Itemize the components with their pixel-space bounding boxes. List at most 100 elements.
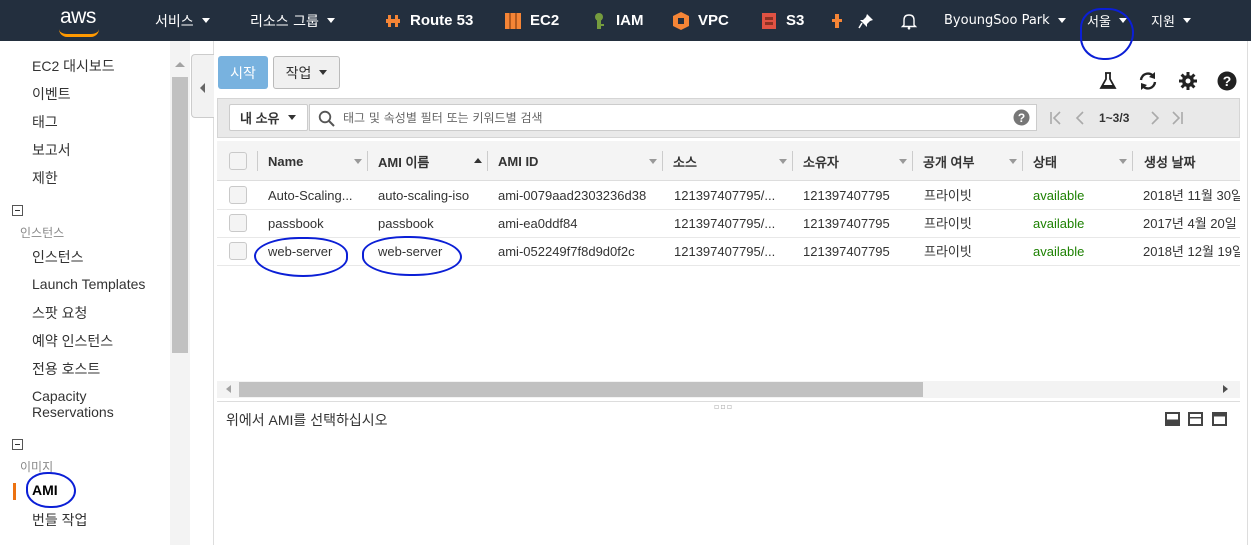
cell-ami-id: ami-0079aad2303236d38 <box>498 188 647 203</box>
search-input[interactable] <box>343 108 983 128</box>
sidebar-item-events[interactable]: 이벤트 <box>32 84 71 104</box>
resource-groups-menu[interactable]: 리소스 그룹 <box>250 0 335 41</box>
next-page-icon[interactable] <box>1149 110 1161 126</box>
owner-filter-value: 내 소유 <box>240 111 280 126</box>
aws-logo[interactable]: aws <box>60 5 96 29</box>
sidebar-item-capacity-reservations[interactable]: Capacity Reservations <box>32 388 114 420</box>
sidebar-item-bundle-tasks[interactable]: 번들 작업 <box>32 510 87 530</box>
flask-icon[interactable] <box>1098 71 1118 91</box>
help-icon[interactable]: ? <box>1217 71 1237 91</box>
collapse-images-icon[interactable] <box>12 439 23 450</box>
search-help-icon[interactable]: ? <box>1013 109 1030 126</box>
layout-split-pane-icon[interactable] <box>1188 412 1203 426</box>
window-edge <box>1251 0 1257 41</box>
sidebar-item-tags[interactable]: 태그 <box>32 112 58 132</box>
scroll-right-arrow-icon[interactable] <box>1223 385 1228 393</box>
column-header-ami-name[interactable]: AMI 이름 <box>367 141 487 181</box>
launch-button[interactable]: 시작 <box>218 56 268 89</box>
scroll-left-arrow-icon[interactable] <box>226 385 231 393</box>
quick-link-extra[interactable] <box>832 0 842 41</box>
sidebar-item-launch-templates[interactable]: Launch Templates <box>32 276 145 292</box>
row-checkbox[interactable] <box>229 186 247 204</box>
cell-name: Auto-Scaling... <box>268 188 353 203</box>
sidebar-item-limits[interactable]: 제한 <box>32 168 58 188</box>
cell-created: 2017년 4월 20일 <box>1143 216 1237 231</box>
quick-link-iam[interactable]: IAM <box>590 0 644 41</box>
capacity-line-1: Capacity <box>32 388 87 404</box>
support-menu[interactable]: 지원 <box>1151 0 1191 41</box>
sort-icon <box>649 159 657 164</box>
chevron-down-icon <box>1057 18 1066 23</box>
chevron-down-icon <box>319 70 328 75</box>
sidebar-section-instances: 인스턴스 <box>20 226 65 240</box>
search-icon <box>318 110 335 127</box>
services-menu[interactable]: 서비스 <box>155 0 210 41</box>
column-header-visibility[interactable]: 공개 여부 <box>912 141 1022 181</box>
sidebar-item-reports[interactable]: 보고서 <box>32 140 71 160</box>
sidebar-scrollbar-thumb[interactable] <box>172 77 188 353</box>
table-row[interactable]: passbook passbook ami-ea0ddf84 121397407… <box>217 210 1240 238</box>
user-menu[interactable]: ByoungSoo Park <box>944 0 1066 41</box>
notifications-button[interactable] <box>900 0 918 41</box>
column-header-status[interactable]: 상태 <box>1022 141 1132 181</box>
sort-icon <box>354 159 362 164</box>
collapse-sidebar-button[interactable] <box>191 54 214 118</box>
cell-visibility: 프라이빗 <box>924 188 972 203</box>
route53-icon <box>386 14 400 27</box>
cell-created: 2018년 11월 30일 <box>1143 188 1240 203</box>
annotation-circle-region <box>1080 8 1134 60</box>
cell-owner: 121397407795 <box>803 216 890 231</box>
sidebar-item-dedicated-hosts[interactable]: 전용 호스트 <box>32 359 100 379</box>
refresh-icon[interactable] <box>1138 71 1158 91</box>
search-box[interactable]: ? <box>309 104 1037 131</box>
ec2-icon <box>505 12 521 29</box>
column-header-ami-id[interactable]: AMI ID <box>487 141 662 181</box>
page-scrollbar[interactable] <box>1247 41 1257 545</box>
pin-button[interactable] <box>858 0 874 41</box>
pin-icon <box>858 13 873 28</box>
prev-page-icon[interactable] <box>1074 110 1086 126</box>
select-all-checkbox[interactable] <box>229 152 247 170</box>
first-page-icon[interactable] <box>1049 110 1063 126</box>
quick-link-s3[interactable]: S3 <box>760 0 804 41</box>
column-header-name[interactable]: Name <box>257 141 367 181</box>
quick-link-route53[interactable]: Route 53 <box>384 0 473 41</box>
column-header-owner[interactable]: 소유자 <box>792 141 912 181</box>
s3-icon <box>762 12 776 29</box>
owner-filter-select[interactable]: 내 소유 <box>229 104 308 131</box>
layout-top-pane-icon[interactable] <box>1212 412 1227 426</box>
bell-icon <box>900 13 918 29</box>
scroll-up-arrow-icon[interactable] <box>175 62 185 67</box>
collapse-instances-icon[interactable] <box>12 205 23 216</box>
column-header-source[interactable]: 소스 <box>662 141 792 181</box>
route53-label: Route 53 <box>410 12 474 29</box>
chevron-down-icon <box>287 115 296 120</box>
sort-icon <box>1009 159 1017 164</box>
cell-created: 2018년 12월 19일 <box>1143 244 1240 259</box>
gear-icon[interactable] <box>1178 71 1198 91</box>
cell-owner: 121397407795 <box>803 188 890 203</box>
sidebar-item-ec2-dashboard[interactable]: EC2 대시보드 <box>32 56 115 76</box>
row-checkbox[interactable] <box>229 242 247 260</box>
annotation-circle-ami <box>26 472 76 508</box>
active-indicator <box>13 483 16 500</box>
sidebar-item-instances[interactable]: 인스턴스 <box>32 247 84 267</box>
chevron-down-icon <box>326 18 335 23</box>
sidebar-item-spot-requests[interactable]: 스팟 요청 <box>32 303 87 323</box>
quick-link-ec2[interactable]: EC2 <box>504 0 559 41</box>
resource-groups-label: 리소스 그룹 <box>250 13 319 30</box>
sidebar-item-reserved-instances[interactable]: 예약 인스턴스 <box>32 331 113 351</box>
cell-name: passbook <box>268 216 324 231</box>
column-header-created[interactable]: 생성 날짜 <box>1132 141 1240 181</box>
splitter-grip-icon[interactable]: ▫▫▫ <box>714 402 733 411</box>
horizontal-scrollbar-thumb[interactable] <box>239 382 923 397</box>
last-page-icon[interactable] <box>1170 110 1184 126</box>
table-row[interactable]: Auto-Scaling... auto-scaling-iso ami-007… <box>217 182 1240 210</box>
layout-bottom-pane-icon[interactable] <box>1165 412 1180 426</box>
vpc-label: VPC <box>698 12 729 29</box>
row-checkbox[interactable] <box>229 214 247 232</box>
svg-text:?: ? <box>1018 111 1025 125</box>
actions-button[interactable]: 작업 <box>273 56 340 89</box>
quick-link-vpc[interactable]: VPC <box>672 0 729 41</box>
detail-pane-message: 위에서 AMI를 선택하십시오 <box>226 412 388 428</box>
